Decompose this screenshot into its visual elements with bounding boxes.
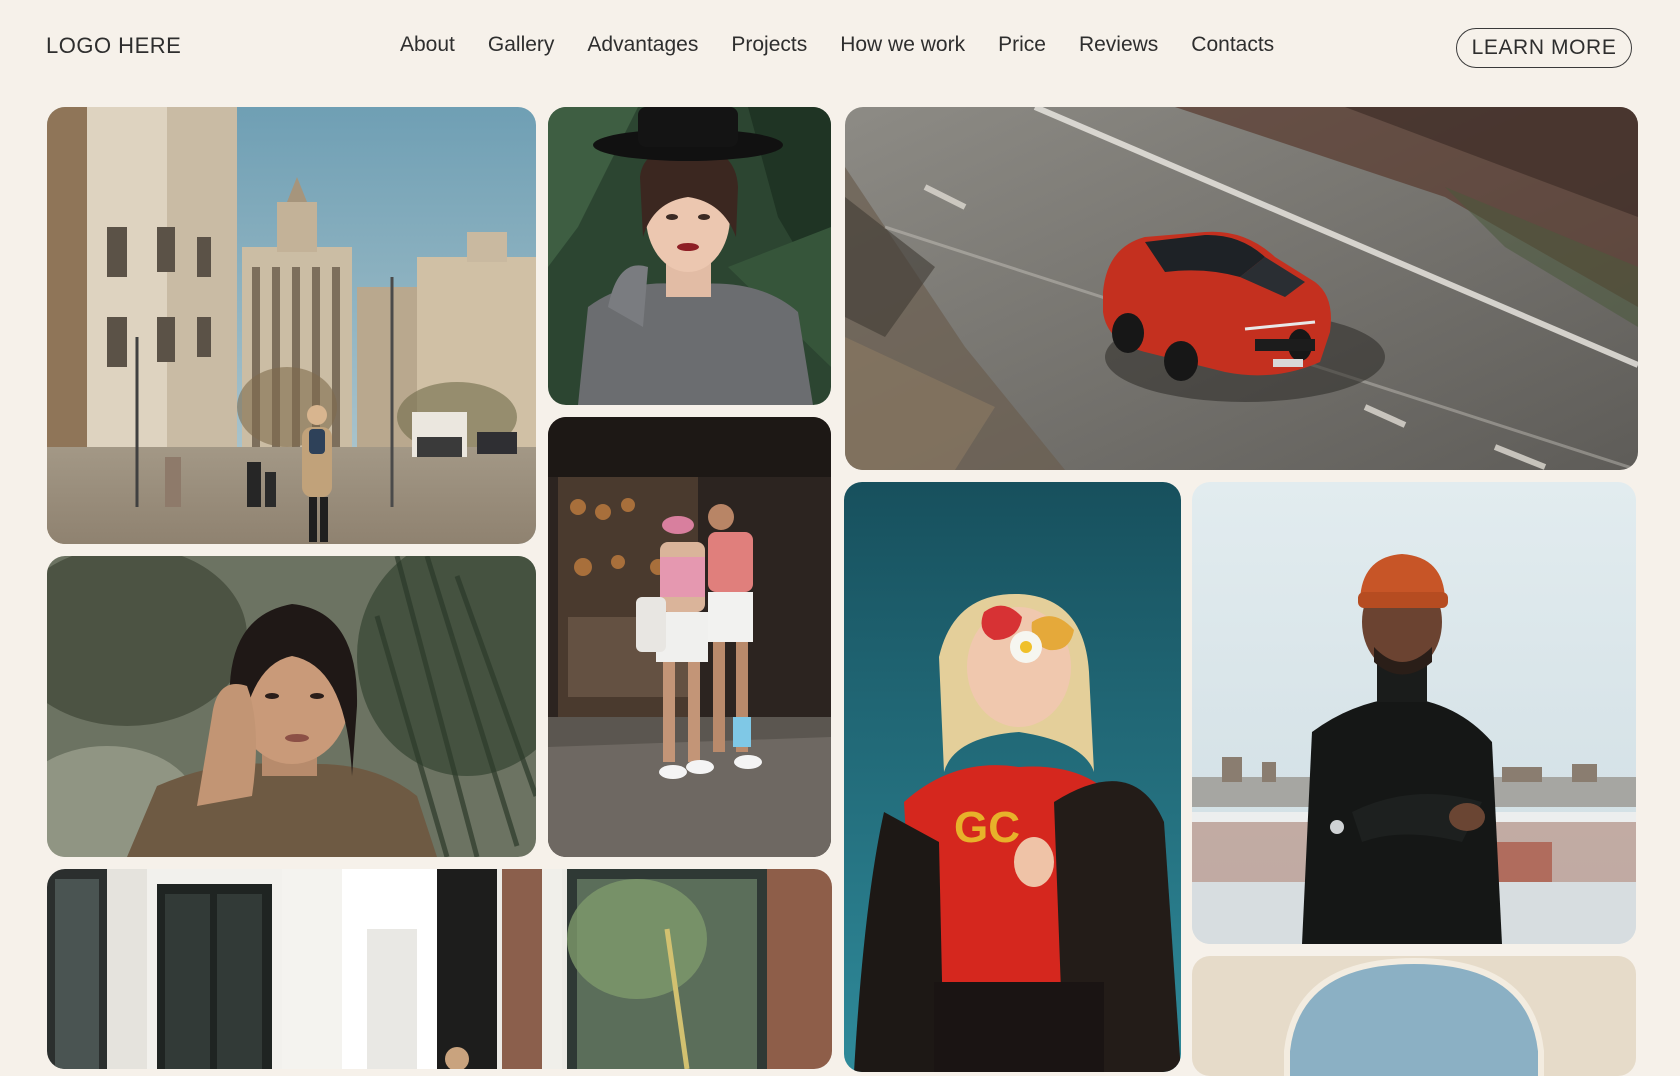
nav-item-reviews[interactable]: Reviews — [1079, 33, 1158, 57]
couple-street-photo[interactable] — [548, 417, 831, 857]
nav-item-about[interactable]: About — [400, 33, 455, 57]
nav-item-how-we-work[interactable]: How we work — [840, 33, 965, 57]
house-facade-photo[interactable]: 28 — [47, 869, 832, 1069]
nav-item-advantages[interactable]: Advantages — [587, 33, 698, 57]
logo[interactable]: LOGO HERE — [46, 33, 181, 59]
city-street-photo[interactable] — [47, 107, 536, 544]
nav-item-projects[interactable]: Projects — [731, 33, 807, 57]
man-beanie-photo[interactable] — [1192, 482, 1636, 944]
learn-more-button[interactable]: LEARN MORE — [1456, 28, 1632, 68]
main-nav: About Gallery Advantages Projects How we… — [400, 33, 1274, 57]
red-car-photo[interactable] — [845, 107, 1638, 470]
woman-in-hat-photo[interactable] — [548, 107, 831, 405]
shirt-print: GC — [954, 803, 1020, 852]
woman-sunglasses-photo[interactable]: GC — [844, 482, 1181, 1072]
nav-item-price[interactable]: Price — [998, 33, 1046, 57]
nav-item-contacts[interactable]: Contacts — [1191, 33, 1274, 57]
nav-item-gallery[interactable]: Gallery — [488, 33, 555, 57]
arch-photo[interactable] — [1192, 956, 1636, 1076]
woman-palm-photo[interactable] — [47, 556, 536, 857]
